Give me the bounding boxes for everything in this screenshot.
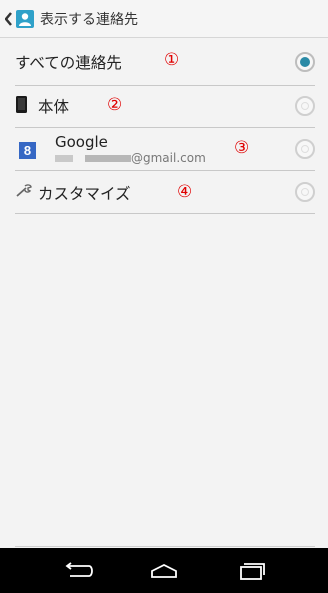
page-title: 表示する連絡先: [40, 11, 138, 28]
option-label: カスタマイズ: [38, 185, 131, 203]
option-label: 本体: [38, 98, 70, 116]
account-email: @gmail.com: [55, 151, 206, 165]
navigation-bar: [0, 548, 328, 593]
annotation-number: ②: [107, 95, 123, 115]
google-icon: 8: [19, 142, 36, 159]
annotation-number: ①: [164, 50, 180, 70]
divider: [15, 546, 315, 547]
back-icon[interactable]: [62, 560, 96, 582]
radio-button[interactable]: [295, 182, 315, 202]
option-google-account[interactable]: 8 Google @gmail.com ③: [15, 128, 315, 171]
annotation-number: ③: [234, 138, 250, 158]
wrench-icon: [15, 183, 33, 197]
option-label: Google: [55, 133, 108, 151]
action-bar: 表示する連絡先: [0, 0, 328, 38]
chevron-left-icon[interactable]: [5, 11, 13, 26]
option-device[interactable]: 本体 ②: [15, 86, 315, 128]
home-icon[interactable]: [147, 560, 181, 582]
radio-button-selected[interactable]: [295, 52, 315, 72]
phone-icon: [16, 96, 27, 113]
radio-button[interactable]: [295, 96, 315, 116]
option-all-contacts[interactable]: すべての連絡先 ①: [15, 38, 315, 86]
contacts-icon[interactable]: [16, 9, 34, 28]
annotation-number: ④: [177, 182, 193, 202]
option-customize[interactable]: カスタマイズ ④: [15, 171, 315, 214]
radio-button[interactable]: [295, 139, 315, 159]
recent-apps-icon[interactable]: [234, 560, 268, 582]
option-label: すべての連絡先: [15, 54, 122, 72]
